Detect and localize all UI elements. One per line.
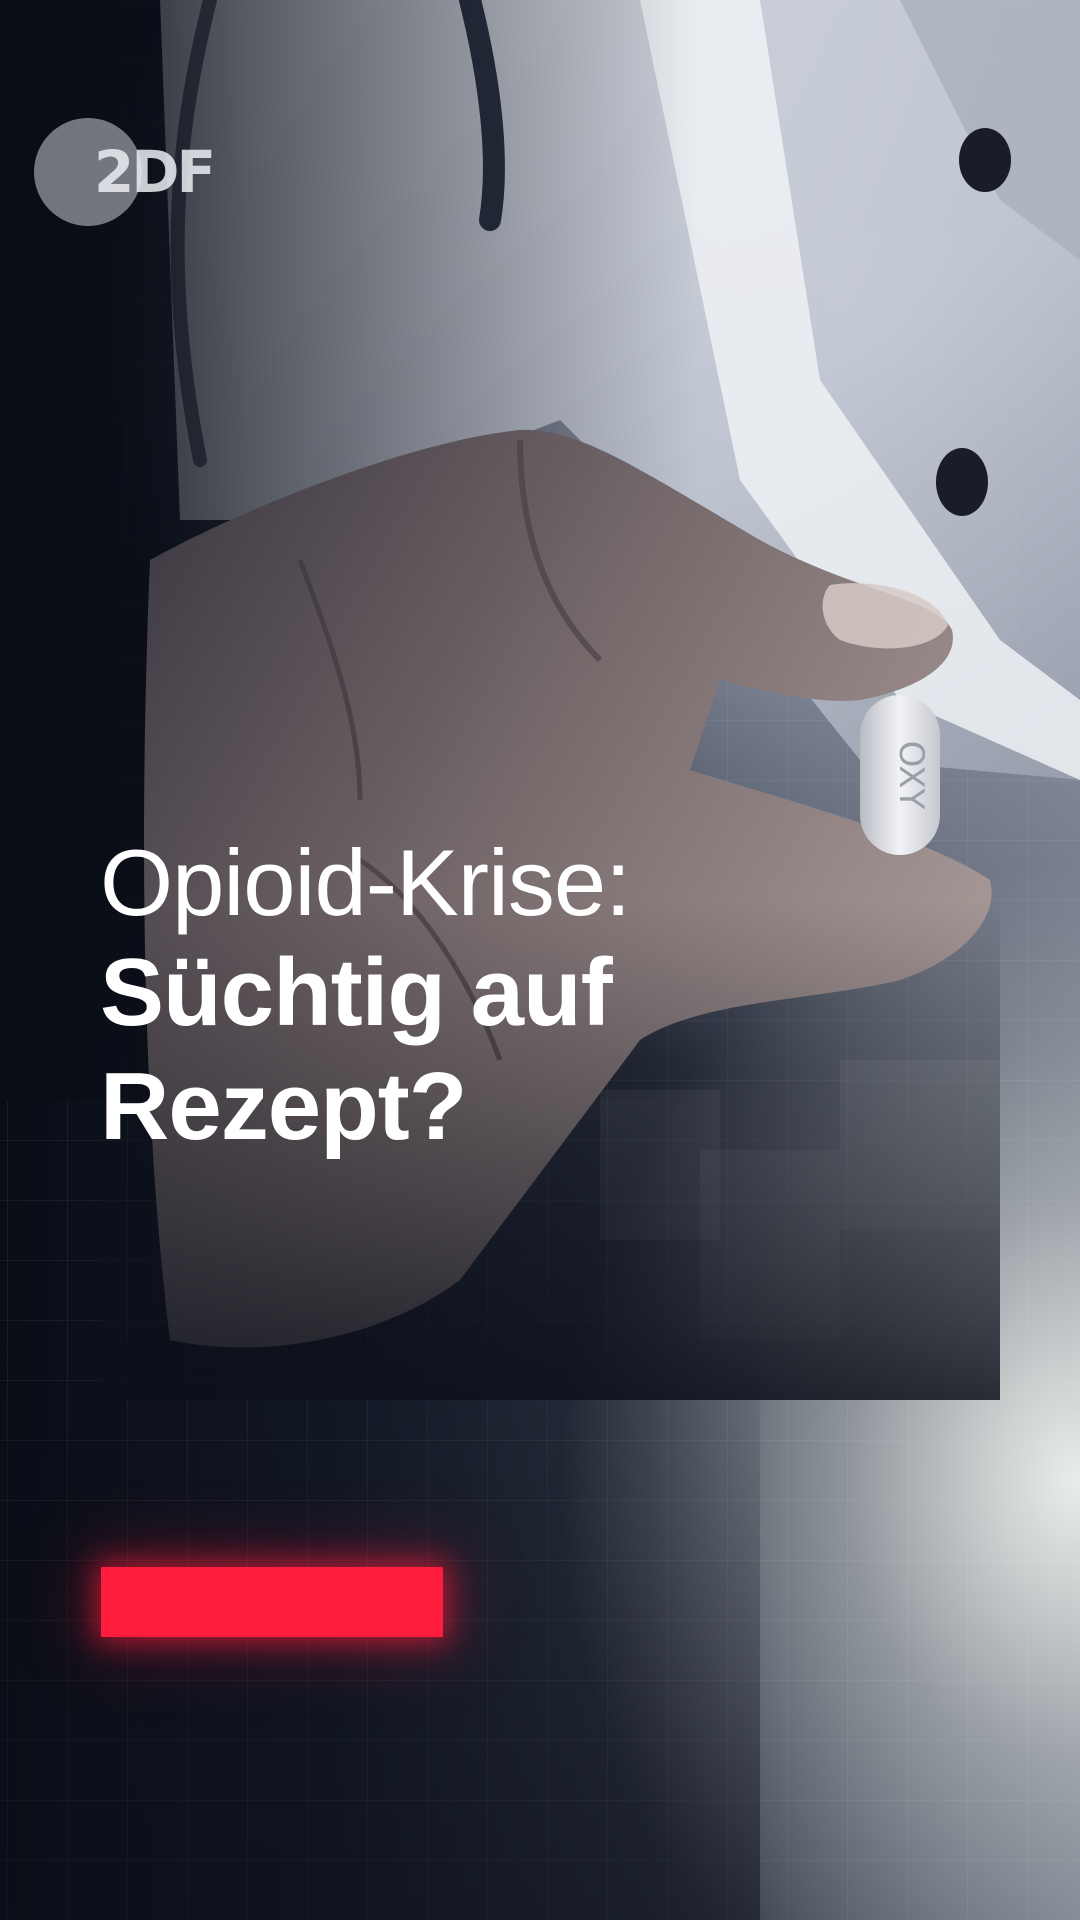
pill-imprint: OXY [891, 741, 931, 810]
logo-text: 2DF [94, 138, 216, 206]
headline-question-line1: Süchtig auf [100, 939, 613, 1046]
headline: Opioid-Krise: Süchtig auf Rezept? [100, 830, 860, 1164]
zdf-logo: 2DF [34, 118, 224, 228]
headline-question-line2: Rezept? [100, 1053, 467, 1160]
headline-topic: Opioid-Krise: [100, 830, 631, 935]
accent-bar [101, 1567, 443, 1637]
story-frame[interactable]: OXY 2DF Opioid-Krise: Süchtig auf Rezept… [0, 0, 1080, 1920]
